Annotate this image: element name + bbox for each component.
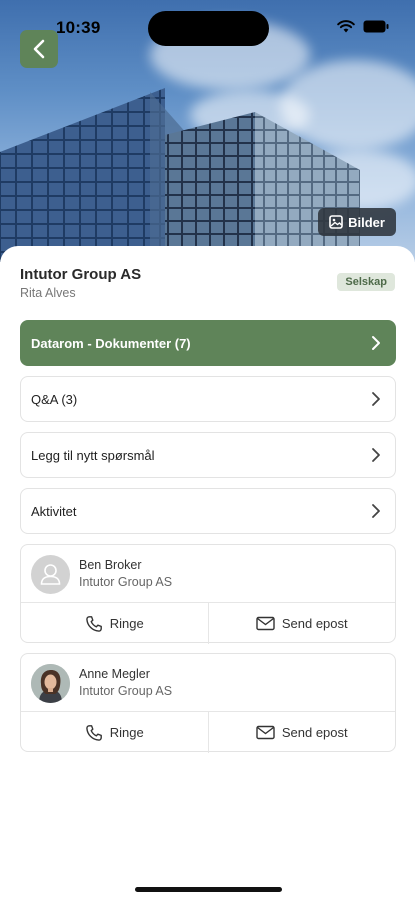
gallery-label: Bilder <box>348 214 385 230</box>
home-indicator <box>135 887 282 892</box>
activity-menu-item[interactable]: Aktivitet <box>20 488 396 534</box>
call-label: Ringe <box>109 616 144 631</box>
chevron-right-icon <box>372 448 380 462</box>
company-title: Intutor Group AS <box>20 266 142 283</box>
chevron-right-icon <box>372 504 380 518</box>
email-label: Send epost <box>281 725 348 740</box>
contact-info: Ben Broker Intutor Group AS <box>21 545 395 603</box>
contact-info: Anne Megler Intutor Group AS <box>21 654 395 712</box>
avatar-photo <box>31 664 70 703</box>
menu-item-label: Legg til nytt spørsmål <box>31 447 155 463</box>
status-icons <box>337 20 389 33</box>
user-icon <box>40 564 61 585</box>
gallery-button[interactable]: Bilder <box>318 208 396 236</box>
dynamic-island <box>148 11 269 46</box>
detail-sheet: Intutor Group AS Rita Alves Selskap Data… <box>0 246 415 900</box>
send-email-button[interactable]: Send epost <box>207 712 396 753</box>
mail-icon <box>256 616 275 631</box>
back-button[interactable] <box>20 30 58 68</box>
add-question-menu-item[interactable]: Legg til nytt spørsmål <box>20 432 396 478</box>
chevron-right-icon <box>372 336 380 350</box>
chevron-left-icon <box>33 39 45 59</box>
contact-card: Anne Megler Intutor Group AS Ringe Send … <box>20 653 396 753</box>
contact-actions: Ringe Send epost <box>21 603 395 644</box>
menu-item-label: Aktivitet <box>31 503 77 519</box>
wifi-icon <box>337 20 355 33</box>
call-label: Ringe <box>109 725 144 740</box>
battery-icon <box>363 20 389 33</box>
status-bar: 10:39 <box>0 0 415 56</box>
contact-name: Anne Megler <box>79 667 150 681</box>
qa-menu-item[interactable]: Q&A (3) <box>20 376 396 422</box>
menu-item-label: Q&A (3) <box>31 391 78 407</box>
menu-item-label: Datarom - Dokumenter (7) <box>31 335 191 351</box>
avatar-placeholder <box>31 555 70 594</box>
send-email-button[interactable]: Send epost <box>207 603 396 644</box>
contact-company: Intutor Group AS <box>79 684 173 698</box>
phone-icon <box>85 724 102 741</box>
mail-icon <box>256 725 275 740</box>
call-button[interactable]: Ringe <box>21 603 208 644</box>
status-time: 10:39 <box>56 18 101 37</box>
call-button[interactable]: Ringe <box>21 712 208 753</box>
contact-company: Intutor Group AS <box>79 575 173 589</box>
phone-icon <box>85 615 102 632</box>
chevron-right-icon <box>372 392 380 406</box>
type-badge: Selskap <box>337 273 395 291</box>
dataroom-documents-button[interactable]: Datarom - Dokumenter (7) <box>20 320 396 366</box>
email-label: Send epost <box>281 616 348 631</box>
contact-subtitle: Rita Alves <box>20 286 76 300</box>
person-photo <box>31 664 70 703</box>
contact-actions: Ringe Send epost <box>21 712 395 753</box>
image-icon <box>329 215 343 229</box>
contact-card: Ben Broker Intutor Group AS Ringe Send e… <box>20 544 396 644</box>
contact-name: Ben Broker <box>79 558 142 572</box>
